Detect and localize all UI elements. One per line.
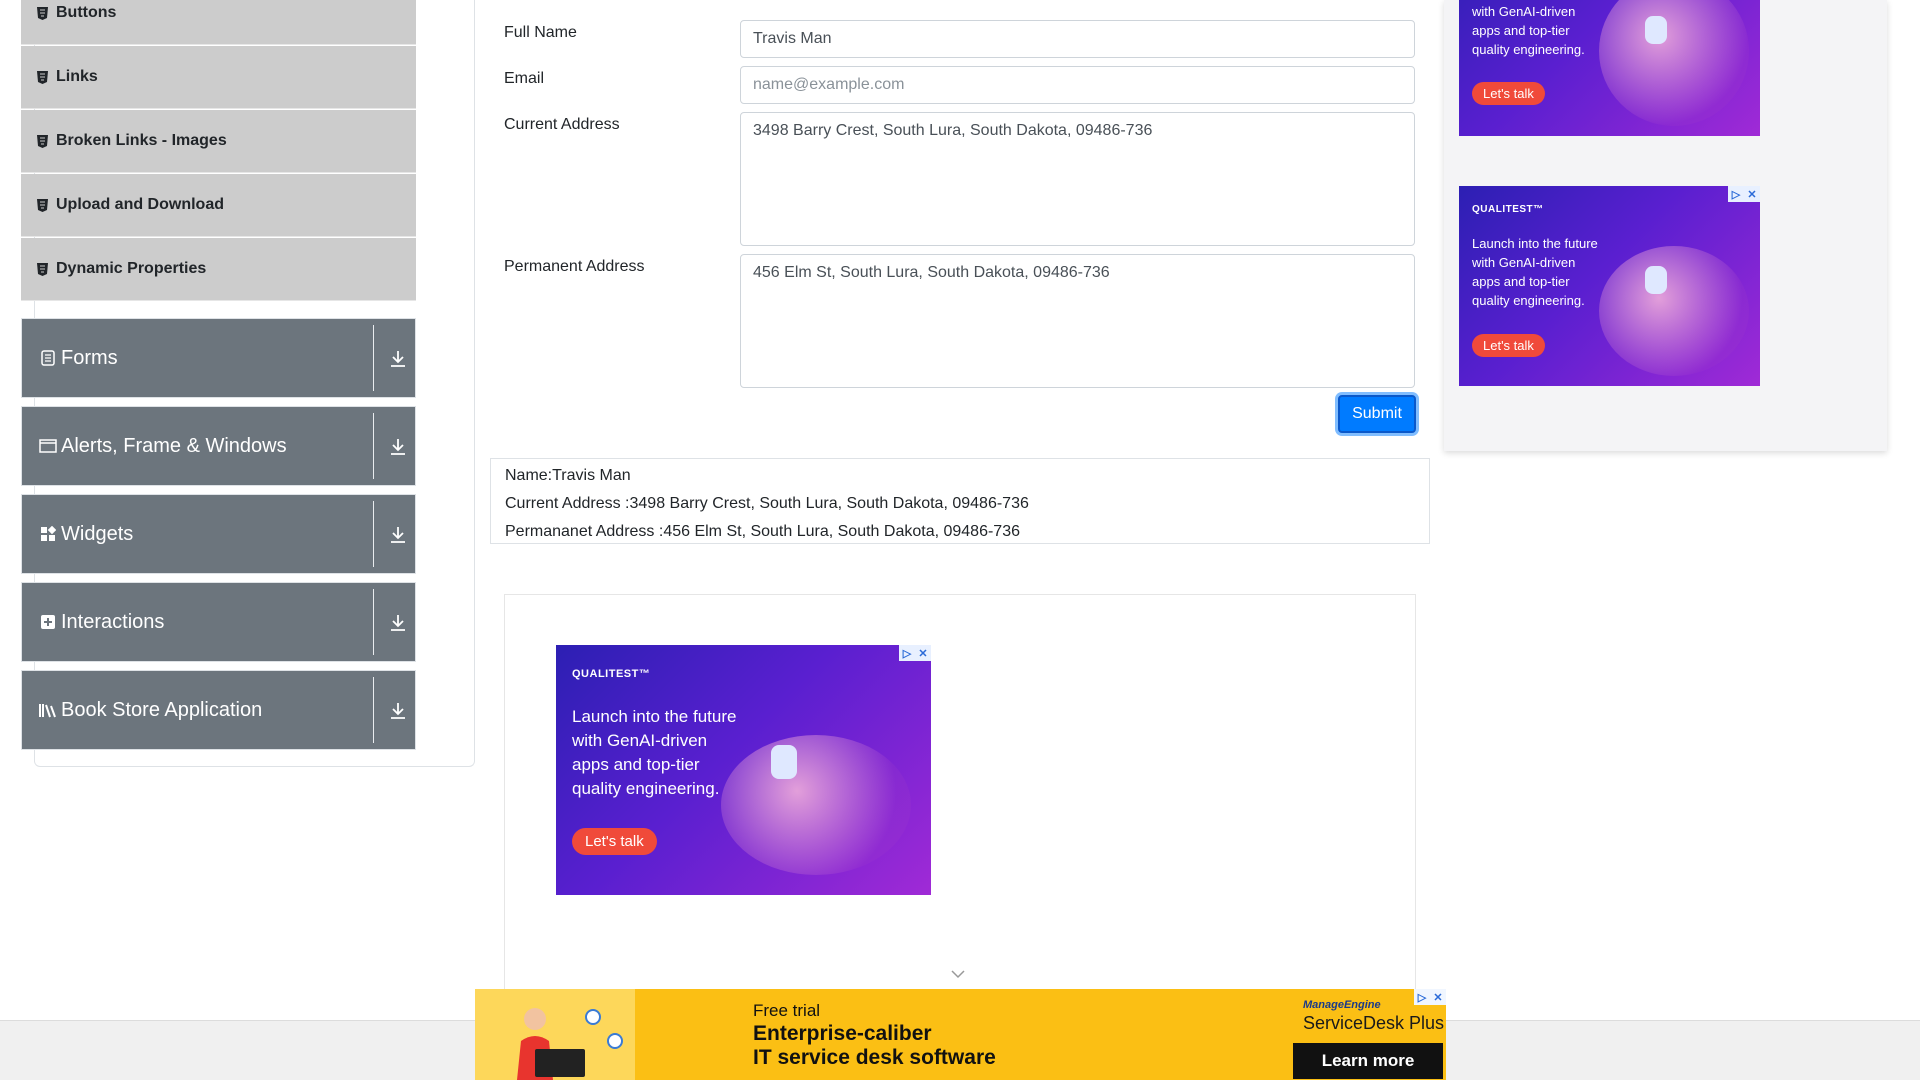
output-panel: Name:Travis Man Current Address :3498 Ba… bbox=[490, 458, 1430, 544]
adchoices-icon[interactable]: ▷ bbox=[899, 645, 915, 661]
ad-brand: QUALITEST™ bbox=[572, 668, 651, 680]
ad-choices[interactable]: ▷ ✕ bbox=[899, 645, 931, 661]
sidebar-item-label: Upload and Download bbox=[56, 196, 224, 213]
html5-icon bbox=[37, 262, 48, 276]
adchoices-icon[interactable]: ▷ bbox=[1728, 186, 1744, 202]
ad-line: apps and top-tier bbox=[1472, 23, 1570, 38]
ad-line: apps and top-tier bbox=[1472, 274, 1570, 289]
hand-image bbox=[1599, 0, 1749, 126]
ad-choices[interactable]: ▷ ✕ bbox=[1414, 989, 1446, 1005]
ad-cta-button[interactable]: Let's talk bbox=[1472, 82, 1545, 105]
submit-button[interactable]: Submit bbox=[1338, 395, 1416, 433]
sidebar-group-book-store[interactable]: Book Store Application bbox=[21, 670, 416, 750]
sidebar-item-label: Broken Links - Images bbox=[56, 132, 227, 149]
robot-icon bbox=[1645, 266, 1667, 294]
full-name-label: Full Name bbox=[504, 24, 577, 41]
download-icon[interactable] bbox=[389, 701, 407, 721]
ad-line: Launch into the future bbox=[572, 707, 737, 726]
sidebar-group-alerts[interactable]: Alerts, Frame & Windows bbox=[21, 406, 416, 486]
widgets-icon bbox=[39, 525, 57, 543]
divider bbox=[373, 325, 374, 391]
divider bbox=[373, 413, 374, 479]
sidebar-group-interactions[interactable]: Interactions bbox=[21, 582, 416, 662]
close-icon[interactable]: ✕ bbox=[1744, 186, 1760, 202]
ad-copy: with GenAI-driven apps and top-tier qual… bbox=[1472, 2, 1585, 59]
permanent-address-label: Permanent Address bbox=[504, 258, 645, 275]
sidebar-item-links[interactable]: Links bbox=[21, 46, 416, 109]
ad-headline-2: IT service desk software bbox=[753, 1046, 996, 1069]
download-icon[interactable] bbox=[389, 437, 407, 457]
books-icon bbox=[39, 701, 57, 719]
qualitest-ad-top[interactable]: with GenAI-driven apps and top-tier qual… bbox=[1459, 0, 1760, 136]
chevron-down-icon[interactable] bbox=[950, 968, 966, 980]
hand-image bbox=[1599, 246, 1749, 376]
email-label: Email bbox=[504, 70, 545, 87]
download-icon[interactable] bbox=[389, 613, 407, 633]
divider bbox=[373, 677, 374, 743]
email-field[interactable]: name@example.com bbox=[740, 66, 1415, 104]
sidebar-item-label: Dynamic Properties bbox=[56, 260, 207, 277]
servicedesk-ad[interactable]: Free trial Enterprise-caliber IT service… bbox=[475, 989, 1446, 1080]
qualitest-ad-right[interactable]: ▷ ✕ QUALITEST™ Launch into the future wit… bbox=[1459, 186, 1760, 386]
ad-line: quality engineering. bbox=[1472, 293, 1585, 308]
ad-line: quality engineering. bbox=[1472, 42, 1585, 57]
ad-brand-name: ServiceDesk Plus bbox=[1303, 1013, 1445, 1033]
divider bbox=[373, 501, 374, 567]
robot-icon bbox=[771, 745, 797, 779]
sidebar-group-label: Alerts, Frame & Windows bbox=[61, 434, 287, 457]
ad-brand-top: ManageEngine bbox=[1303, 999, 1381, 1011]
window-icon bbox=[39, 437, 57, 455]
hand-image bbox=[721, 735, 911, 875]
download-icon[interactable] bbox=[389, 349, 407, 369]
interactions-icon bbox=[39, 613, 57, 631]
ad-choices[interactable]: ▷ ✕ bbox=[1728, 186, 1760, 202]
ad-copy: Launch into the future with GenAI-driven… bbox=[1472, 234, 1598, 310]
html5-icon bbox=[37, 198, 48, 212]
ad-line: with GenAI-driven bbox=[572, 731, 708, 750]
sidebar-item-buttons[interactable]: Buttons bbox=[21, 0, 416, 45]
ad-copy: Launch into the future with GenAI-driven… bbox=[572, 705, 736, 801]
sidebar-group-label: Widgets bbox=[61, 522, 134, 545]
ad-line: with GenAI-driven bbox=[1472, 4, 1576, 19]
divider bbox=[373, 589, 374, 655]
full-name-field[interactable]: Travis Man bbox=[740, 20, 1415, 58]
html5-icon bbox=[37, 6, 48, 20]
robot-icon bbox=[1645, 16, 1667, 44]
download-icon[interactable] bbox=[389, 525, 407, 545]
ad-free-trial: Free trial bbox=[753, 1001, 821, 1020]
ad-headline-1: Enterprise-caliber bbox=[753, 1022, 932, 1045]
ad-brand: QUALITEST™ bbox=[1472, 204, 1544, 215]
ad-line: apps and top-tier bbox=[572, 755, 700, 774]
ad-cta-button[interactable]: Let's talk bbox=[572, 828, 657, 855]
person-laptop-illustration bbox=[475, 989, 635, 1080]
sidebar-group-forms[interactable]: Forms bbox=[21, 318, 416, 398]
permanent-address-field[interactable]: 456 Elm St, South Lura, South Dakota, 09… bbox=[740, 254, 1415, 388]
html5-icon bbox=[37, 70, 48, 84]
sidebar-group-label: Forms bbox=[61, 346, 118, 369]
ad-line: quality engineering. bbox=[572, 779, 720, 798]
output-permanent-address: Permananet Address :456 Elm St, South Lu… bbox=[505, 523, 1020, 540]
close-icon[interactable]: ✕ bbox=[915, 645, 931, 661]
sidebar-item-label: Buttons bbox=[56, 4, 117, 21]
qualitest-ad-center[interactable]: ▷ ✕ QUALITEST™ Launch into the future wit… bbox=[556, 645, 931, 895]
current-address-label: Current Address bbox=[504, 116, 620, 133]
output-current-address: Current Address :3498 Barry Crest, South… bbox=[505, 495, 1029, 512]
ad-line: with GenAI-driven bbox=[1472, 255, 1576, 270]
sidebar-group-label: Book Store Application bbox=[61, 698, 263, 721]
ad-cta-button[interactable]: Let's talk bbox=[1472, 334, 1545, 357]
sidebar-item-broken-links[interactable]: Broken Links - Images bbox=[21, 110, 416, 173]
sidebar-group-label: Interactions bbox=[61, 610, 165, 633]
sidebar-item-label: Links bbox=[56, 68, 98, 85]
sidebar-item-upload-download[interactable]: Upload and Download bbox=[21, 174, 416, 237]
output-name: Name:Travis Man bbox=[505, 467, 631, 484]
sidebar-group-widgets[interactable]: Widgets bbox=[21, 494, 416, 574]
form-icon bbox=[39, 349, 57, 367]
adchoices-icon[interactable]: ▷ bbox=[1414, 989, 1430, 1005]
current-address-field[interactable]: 3498 Barry Crest, South Lura, South Dako… bbox=[740, 112, 1415, 246]
learn-more-button[interactable]: Learn more bbox=[1293, 1043, 1443, 1079]
sidebar-item-dynamic-properties[interactable]: Dynamic Properties bbox=[21, 238, 416, 301]
html5-icon bbox=[37, 134, 48, 148]
ad-line: Launch into the future bbox=[1472, 236, 1598, 251]
close-icon[interactable]: ✕ bbox=[1430, 989, 1446, 1005]
